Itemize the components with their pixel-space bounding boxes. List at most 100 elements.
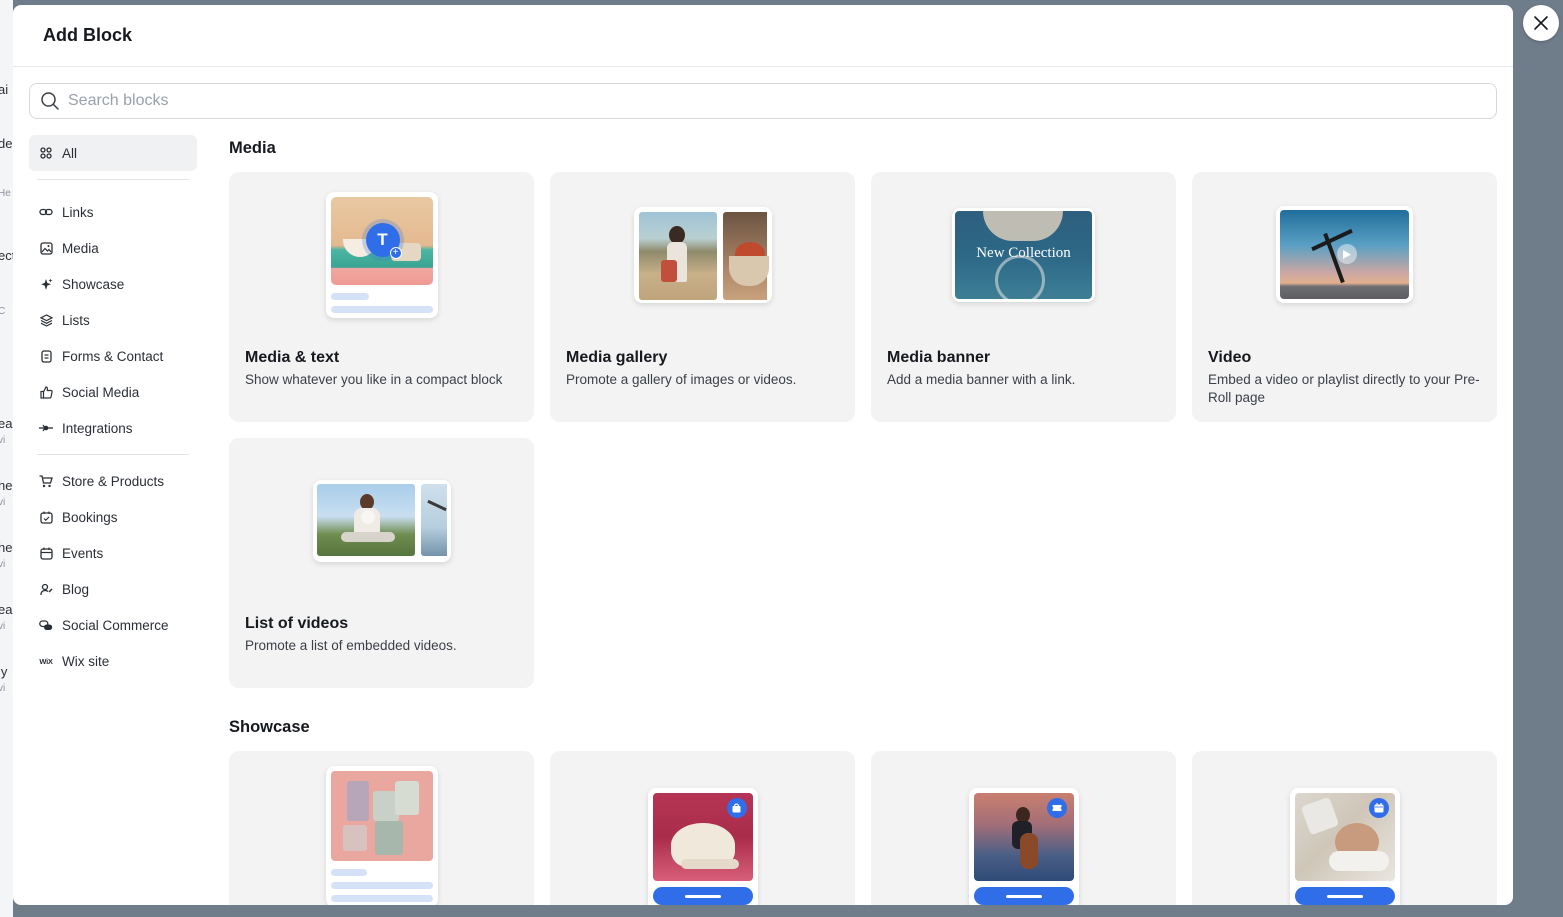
bg-text: vi [0,435,6,446]
card-thumbnail [229,751,534,905]
bg-text: vi [0,621,6,632]
integration-icon [39,421,53,435]
sidebar-item-media[interactable]: Media [29,230,197,266]
media-grid: T + Media & text Show whatever you like … [229,172,1497,688]
sidebar-item-blog[interactable]: Blog [29,571,197,607]
sidebar-item-links[interactable]: Links [29,194,197,230]
bg-text: ai [0,82,9,97]
sidebar-item-forms-contact[interactable]: Forms & Contact [29,338,197,374]
block-card-media-text[interactable]: T + Media & text Show whatever you like … [229,172,534,422]
link-icon [39,205,53,219]
ticket-icon [1046,798,1067,818]
category-sidebar: All Links Media Showcase Lists Forms & C… [29,135,197,679]
sidebar-item-bookings[interactable]: Bookings [29,499,197,535]
block-card-video[interactable]: Video Embed a video or playlist directly… [1192,172,1497,422]
banner-image: New Collection [955,210,1092,299]
sidebar-item-social-media[interactable]: Social Media [29,374,197,410]
search-input[interactable] [68,92,1468,110]
bg-text: vi [0,497,6,508]
sidebar-item-wix-site[interactable]: WiX Wix site [29,643,197,679]
bg-text: ect [0,248,13,263]
sidebar-item-store-products[interactable]: Store & Products [29,463,197,499]
gallery-image-fruit [722,211,769,300]
bg-text: vi [0,683,6,694]
register-button-mock [973,887,1074,905]
sidebar-item-label: Links [62,204,94,220]
bg-text: ly [0,664,8,679]
play-icon [360,509,375,524]
wix-icon: WiX [39,656,53,666]
background-page: ai de He ect C ea vi he vi he vi ea vi l… [0,0,13,917]
card-description: Promote a gallery of images or videos. [566,372,797,387]
video-image [1280,210,1409,299]
grid-icon [39,146,53,160]
card-thumbnail [229,438,534,603]
sidebar-item-integrations[interactable]: Integrations [29,410,197,446]
card-title: Video [1208,349,1252,366]
sidebar-item-showcase[interactable]: Showcase [29,266,197,302]
add-icon: + [389,246,402,259]
sparkle-icon [39,277,53,291]
search-field[interactable] [29,83,1497,119]
bg-text: He [0,188,11,199]
video-list-image-diver [421,483,448,556]
block-card-showcase-event[interactable] [871,751,1176,905]
section-title-media: Media [229,138,276,157]
block-card-showcase-service[interactable] [1192,751,1497,905]
block-card-showcase-product[interactable] [550,751,855,905]
sidebar-item-label: All [62,145,78,161]
bg-text: he [0,540,13,555]
card-thumbnail [1192,172,1497,337]
block-card-showcase-media-text[interactable] [229,751,534,905]
sidebar-item-lists[interactable]: Lists [29,302,197,338]
showcase-section: Showcase [229,708,1497,905]
sidebar-item-label: Social Media [62,384,140,400]
play-icon [1337,244,1357,264]
bg-text: ea [0,416,13,431]
food-image: T + [330,196,433,285]
sidebar-item-events[interactable]: Events [29,535,197,571]
card-thumbnail [1192,769,1497,905]
block-card-list-of-videos[interactable]: List of videos Promote a list of embedde… [229,438,534,688]
gallery-image-woman [638,211,717,300]
sidebar-item-all[interactable]: All [29,135,197,171]
block-card-media-banner[interactable]: New Collection Media banner Add a media … [871,172,1176,422]
card-thumbnail: New Collection [871,172,1176,337]
search-icon [41,92,59,110]
bg-text: vi [0,559,6,570]
sidebar-item-label: Blog [62,581,90,597]
image-icon [39,241,53,255]
blog-icon [39,582,53,596]
bg-text: de [0,136,13,151]
thumbs-up-icon [39,385,53,399]
close-button[interactable] [1523,5,1559,41]
shopping-bag-icon [726,798,747,818]
calendar-check-icon [39,510,53,524]
block-card-media-gallery[interactable]: Media gallery Promote a gallery of image… [550,172,855,422]
add-block-modal: Add Block All Links Media Showcase Lists [13,5,1513,905]
sidebar-item-label: Integrations [62,420,133,436]
close-icon [1534,16,1548,30]
sidebar-item-social-commerce[interactable]: Social Commerce [29,607,197,643]
social-commerce-icon [39,618,53,632]
layers-icon [39,313,53,327]
card-thumbnail: T + [229,172,534,337]
video-list-image-meditation [316,483,416,556]
sidebar-item-label: Store & Products [62,473,165,489]
sidebar-divider [37,454,189,455]
calendar-icon [1368,798,1389,818]
card-title: List of videos [245,615,349,632]
sidebar-divider [37,179,189,180]
section-title-showcase: Showcase [229,717,310,736]
card-description: Promote a list of embedded videos. [245,638,457,653]
sidebar-item-label: Lists [62,312,90,328]
calendar-icon [39,546,53,560]
card-description: Show whatever you like in a compact bloc… [245,372,503,387]
form-icon [39,349,53,363]
candles-image [330,770,433,861]
card-thumbnail [871,769,1176,905]
sidebar-item-label: Bookings [62,509,118,525]
sidebar-item-label: Wix site [62,653,110,669]
bg-text: C [0,306,6,317]
modal-title: Add Block [43,25,133,45]
